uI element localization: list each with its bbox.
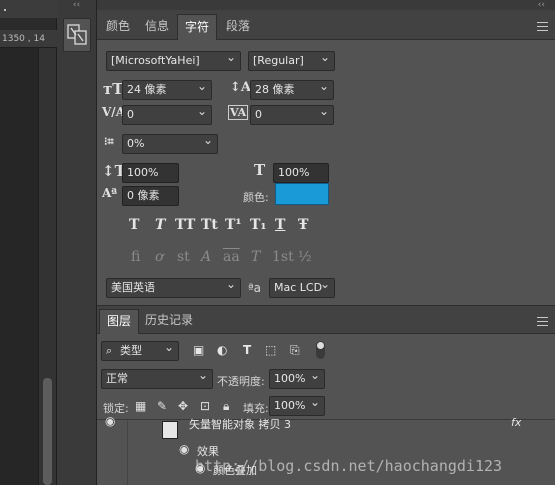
superscript-button[interactable]: T¹ [225, 217, 242, 233]
glyphs-icon [67, 24, 87, 45]
lock-artboard-icon[interactable]: ⊡ [200, 399, 210, 413]
color-label: 颜色: [243, 191, 269, 204]
baseline-shift-icon: Aª [102, 186, 118, 200]
layer-visibility-eye-icon[interactable]: ◉ [105, 414, 115, 428]
watermark: http://blog.csdn.net/haochangdi123 [195, 457, 503, 475]
stylistic-alternates-button[interactable]: aa [223, 249, 240, 265]
lock-position-icon[interactable]: ✥ [178, 399, 188, 413]
kerning-field[interactable]: 0 [122, 105, 212, 125]
horizontal-ruler: 1350 , 14 [0, 30, 57, 48]
language-select[interactable]: 美国英语 [106, 278, 241, 298]
tracking-icon: VA [228, 105, 249, 120]
font-size-field[interactable]: 24 像素 [122, 80, 212, 100]
old-style-button[interactable]: ơ [155, 249, 163, 265]
subscript-button[interactable]: T₁ [250, 217, 267, 233]
glyphs-panel-button[interactable] [63, 18, 91, 52]
tab-paragraph[interactable]: 段落 [219, 14, 257, 40]
small-caps-button[interactable]: Tt [201, 217, 218, 233]
filter-search-icon: ⌕ [106, 344, 113, 357]
opacity-field[interactable]: 100% [269, 369, 325, 389]
lock-transparent-icon[interactable]: ▦ [135, 399, 146, 413]
panel-dock: ‹‹ [57, 0, 97, 485]
lock-paint-icon[interactable]: ✎ [157, 399, 167, 413]
vertical-scale-field[interactable]: 100% [122, 163, 179, 183]
tab-history[interactable]: 历史记录 [138, 309, 200, 334]
ligatures-button[interactable]: ﬁ [131, 249, 140, 265]
filter-kind-label: 类型 [120, 344, 142, 357]
character-tabbar: 颜色 信息 字符 段落 [97, 10, 555, 40]
ordinals-button[interactable]: 1st [272, 249, 294, 265]
document-canvas[interactable] [0, 48, 38, 485]
font-family-select[interactable]: [MicrosoftYaHei] [106, 51, 241, 71]
tsume-field[interactable]: 0% [122, 134, 218, 154]
fx-indicator[interactable]: fx [511, 416, 521, 429]
type-filter-icon[interactable]: T [243, 343, 251, 357]
blend-mode-select[interactable]: 正常 [101, 369, 213, 389]
opacity-label: 不透明度: [217, 375, 265, 388]
panel-menu-icon[interactable] [537, 22, 548, 31]
faux-italic-button[interactable]: T [155, 217, 165, 233]
strikethrough-button[interactable]: Ŧ [298, 217, 308, 233]
vertical-scrollbar[interactable] [38, 48, 56, 485]
tab-character[interactable]: 字符 [177, 14, 218, 40]
tracking-field[interactable]: 0 [250, 105, 334, 125]
smart-object-thumbnail [162, 421, 178, 439]
lock-all-icon[interactable]: 🔒︎ [223, 399, 229, 414]
horizontal-scale-icon: T [254, 161, 266, 179]
layer-name[interactable]: 矢量智能对象 拷贝 3 [189, 416, 291, 432]
baseline-shift-field[interactable]: 0 像素 [122, 186, 179, 206]
smart-object-filter-icon[interactable]: ⎘ [290, 343, 300, 358]
horizontal-scale-field[interactable]: 100% [273, 163, 329, 183]
underline-button[interactable]: T [275, 217, 285, 233]
adjustment-filter-icon[interactable]: ◐ [217, 343, 227, 357]
discretionary-ligatures-button[interactable]: st [177, 249, 190, 265]
tab-layers[interactable]: 图层 [99, 309, 140, 334]
antialias-select[interactable]: Mac LCD [269, 278, 335, 298]
fractions-button[interactable]: ½ [298, 249, 312, 265]
menu-dot-icon [4, 9, 6, 11]
canvas-strip: 1350 , 14 [0, 0, 57, 485]
tsume-icon: ⁝⌗ [104, 135, 114, 148]
layers-menu-icon[interactable] [537, 317, 548, 326]
leading-icon: ↕A [230, 80, 251, 95]
all-caps-button[interactable]: TT [175, 217, 195, 233]
layers-tabbar: 图层 历史记录 [97, 306, 555, 334]
collapse-dock-icon[interactable]: ‹‹ [57, 0, 96, 10]
character-panel: ‹‹ 颜色 信息 字符 段落 [MicrosoftYaHei] [Regular… [97, 0, 555, 485]
canvas-top-bar [0, 0, 57, 18]
layer-filter-select[interactable]: ⌕ 类型 [101, 341, 179, 361]
titling-alternates-button[interactable]: T [251, 249, 260, 265]
antialias-icon: ªa [248, 281, 262, 295]
visibility-column-divider [127, 420, 128, 485]
scrollbar-thumb[interactable] [43, 378, 52, 485]
tab-color[interactable]: 颜色 [99, 14, 137, 40]
ruler-text: 1350 , 14 [2, 34, 45, 44]
fill-label: 填充: [243, 402, 269, 415]
tab-info[interactable]: 信息 [138, 14, 176, 40]
layer-list: ◉ 矢量智能对象 拷贝 3 fx ◉ 效果 ◉ 颜色叠加 http://blog… [97, 414, 555, 485]
faux-bold-button[interactable]: T [129, 217, 139, 233]
text-color-swatch[interactable] [275, 183, 329, 205]
fill-field[interactable]: 100% [269, 396, 325, 416]
font-size-icon: ᴛT [103, 80, 124, 98]
collapse-panel-icon[interactable]: ‹‹ [97, 0, 555, 10]
shape-filter-icon[interactable]: ⬚ [265, 343, 276, 357]
filter-toggle[interactable] [316, 341, 325, 359]
pixel-filter-icon[interactable]: ▣ [193, 343, 204, 357]
font-style-select[interactable]: [Regular] [248, 51, 335, 71]
effects-visibility-eye-icon[interactable]: ◉ [179, 442, 189, 456]
leading-field[interactable]: 28 像素 [250, 80, 334, 100]
swash-button[interactable]: A [201, 249, 211, 265]
